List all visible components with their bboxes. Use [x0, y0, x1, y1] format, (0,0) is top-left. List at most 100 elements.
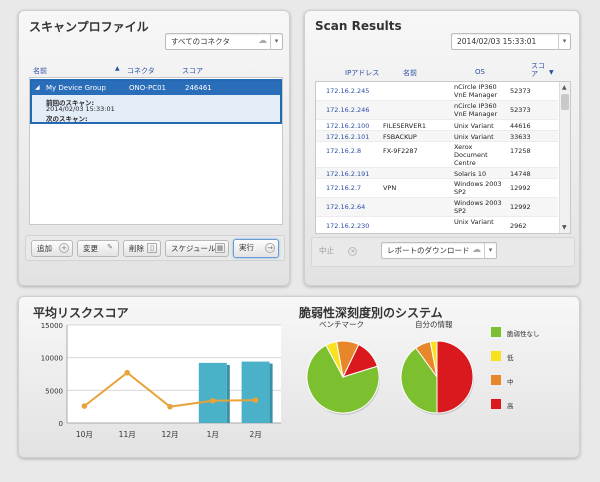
line-point [124, 369, 130, 376]
chevron-down-icon[interactable]: ▾ [484, 243, 496, 258]
row-score: 17258 [510, 147, 531, 155]
legend-swatch [491, 351, 501, 361]
legend-swatch [491, 399, 501, 409]
stop-button-label: 中止 [319, 246, 334, 255]
table-row[interactable]: 172.16.2.191 Solaris 10 14748 [316, 168, 558, 179]
profile-name: My Device Group [46, 84, 106, 92]
column-header-name[interactable]: 名前 [403, 68, 417, 78]
scroll-up-icon[interactable]: ▲ [562, 84, 567, 91]
row-score: 12992 [510, 203, 531, 211]
benchmark-label: ベンチマーク [319, 320, 364, 329]
delete-button[interactable]: 削除 ▯ [123, 240, 161, 257]
schedule-button-label: スケジュール [171, 244, 216, 253]
connector-dropdown[interactable]: すべてのコネクタ ☁ ▾ [165, 33, 283, 50]
column-header-os[interactable]: OS [475, 68, 485, 76]
next-scan-label: 次のスキャン: [46, 115, 88, 123]
benchmark-pie-chart [306, 340, 380, 415]
table-row[interactable]: 172.16.2.101 FSBACKUP Unix Variant 33633 [316, 131, 558, 142]
schedule-button[interactable]: スケジュール ▦ [165, 240, 229, 257]
x-tick-label: 10月 [76, 430, 93, 439]
run-button[interactable]: 実行 → [233, 239, 279, 258]
table-row[interactable]: 172.16.2.230 Unix Variant 2962 [316, 217, 558, 233]
row-ip-address[interactable]: 172.16.2.101 [326, 133, 369, 141]
row-ip-address[interactable]: 172.16.2.100 [326, 122, 369, 130]
table-row[interactable]: 172.16.2.245 nCircle IP360 VnE Manager 523… [316, 82, 558, 101]
column-header-ip[interactable]: IPアドレス [345, 68, 379, 78]
plus-icon: + [59, 243, 69, 253]
stop-button[interactable]: 中止 × [319, 245, 358, 256]
line-point [81, 403, 88, 409]
chevron-down-icon[interactable]: ▾ [558, 34, 570, 49]
bar-shadow [226, 364, 230, 423]
row-os: nCircle IP360 VnE Manager [454, 83, 498, 99]
run-button-label: 実行 [239, 243, 254, 252]
table-row[interactable]: 172.16.2.64 Windows 2003 SP2 12992 [316, 198, 558, 217]
column-header-score[interactable]: スコア [531, 62, 545, 78]
sort-up-icon[interactable]: ▲ [115, 65, 120, 72]
row-score: 33633 [510, 132, 531, 141]
pencil-icon: ✎ [107, 243, 113, 251]
scan-date-value: 2014/02/03 15:33:01 [457, 37, 537, 46]
row-score: 44616 [510, 121, 531, 130]
pie-slice [436, 340, 474, 414]
own-info-label: 自分の情報 [415, 320, 453, 329]
risk-score-chart: 0 5000 10000 15000 10月 11月 12月 1月 2月 [41, 322, 281, 439]
profile-score: 246461 [185, 84, 212, 92]
add-button[interactable]: 追加 + [31, 240, 73, 257]
row-ip-address[interactable]: 172.16.2.7 [326, 184, 361, 192]
x-tick-label: 1月 [207, 430, 219, 439]
change-button[interactable]: 変更 ✎ [77, 240, 119, 257]
scan-date-dropdown[interactable]: 2014/02/03 15:33:01 ▾ [451, 33, 571, 50]
download-report-dropdown[interactable]: レポートのダウンロード ☁ ▾ [381, 242, 497, 259]
row-score: 52373 [510, 106, 531, 114]
column-header-name[interactable]: 名前 [33, 66, 47, 76]
row-os: Xerox Document Centre [454, 143, 488, 167]
legend-swatch [491, 375, 501, 385]
legend-label: 低 [507, 354, 514, 362]
line-point [210, 397, 216, 404]
profile-row-selected[interactable]: ◢ My Device Group ONO-PC01 246461 前回のスキャ… [30, 79, 282, 124]
y-tick-label: 0 [59, 420, 63, 428]
row-ip-address[interactable]: 172.16.2.64 [326, 203, 365, 211]
line-point [252, 397, 259, 403]
row-name: FSBACKUP [383, 132, 417, 141]
y-tick-label: 10000 [41, 355, 63, 363]
severity-legend: 脆弱性なし低中高 [487, 323, 577, 433]
x-tick-label: 2月 [249, 430, 261, 439]
delete-button-label: 削除 [129, 244, 144, 253]
scan-profile-panel: スキャンプロファイル すべてのコネクタ ☁ ▾ 名前 ▲ コネクタ スコア ◢ … [18, 10, 290, 286]
row-ip-address[interactable]: 172.16.2.191 [326, 170, 369, 178]
row-ip-address[interactable]: 172.16.2.230 [326, 222, 369, 230]
line-point [167, 403, 173, 410]
scroll-down-icon[interactable]: ▼ [562, 224, 567, 231]
x-tick-label: 11月 [119, 430, 136, 439]
row-ip-address[interactable]: 172.16.2.246 [326, 106, 369, 114]
chevron-down-icon[interactable]: ▾ [270, 34, 282, 49]
row-score: 14748 [510, 169, 531, 178]
column-header-connector[interactable]: コネクタ [127, 66, 155, 76]
row-name: FILESERVER1 [383, 121, 426, 130]
y-tick-label: 5000 [45, 387, 63, 395]
x-tick-label: 12月 [161, 430, 178, 439]
row-ip-address[interactable]: 172.16.2.245 [326, 87, 369, 95]
close-circle-icon: × [348, 247, 358, 256]
profile-row-header[interactable]: ◢ My Device Group ONO-PC01 246461 [32, 81, 280, 95]
table-row[interactable]: 172.16.2.7 VPN Windows 2003 SP2 12992 [316, 179, 558, 198]
expand-arrow-icon[interactable]: ◢ [35, 81, 40, 95]
table-row[interactable]: 172.16.2.246 nCircle IP360 VnE Manager 523… [316, 101, 558, 120]
row-os: Windows 2003 SP2 [454, 180, 502, 196]
row-ip-address[interactable]: 172.16.2.8 [326, 147, 361, 155]
table-row[interactable]: 172.16.2.100 FILESERVER1 Unix Variant 44616 [316, 120, 558, 131]
charts-panel: 平均リスクスコア 脆弱性深刻度別のシステム 0 5000 10000 15000 10月… [18, 296, 580, 458]
legend-label: 中 [507, 378, 514, 386]
row-name: FX-9F2287 [383, 147, 418, 155]
scan-results-title: Scan Results [315, 19, 402, 33]
sort-down-icon[interactable]: ▼ [549, 69, 554, 76]
scan-results-panel: Scan Results 2014/02/03 15:33:01 ▾ IPアドレ… [304, 10, 580, 286]
scroll-thumb[interactable] [561, 94, 569, 110]
scan-profile-title: スキャンプロファイル [29, 20, 149, 34]
table-row[interactable]: 172.16.2.8 FX-9F2287 Xerox Document Centre… [316, 142, 558, 168]
legend-swatch [491, 327, 501, 337]
column-header-score[interactable]: スコア [182, 66, 203, 76]
results-scrollbar[interactable]: ▲ ▼ [559, 82, 570, 233]
